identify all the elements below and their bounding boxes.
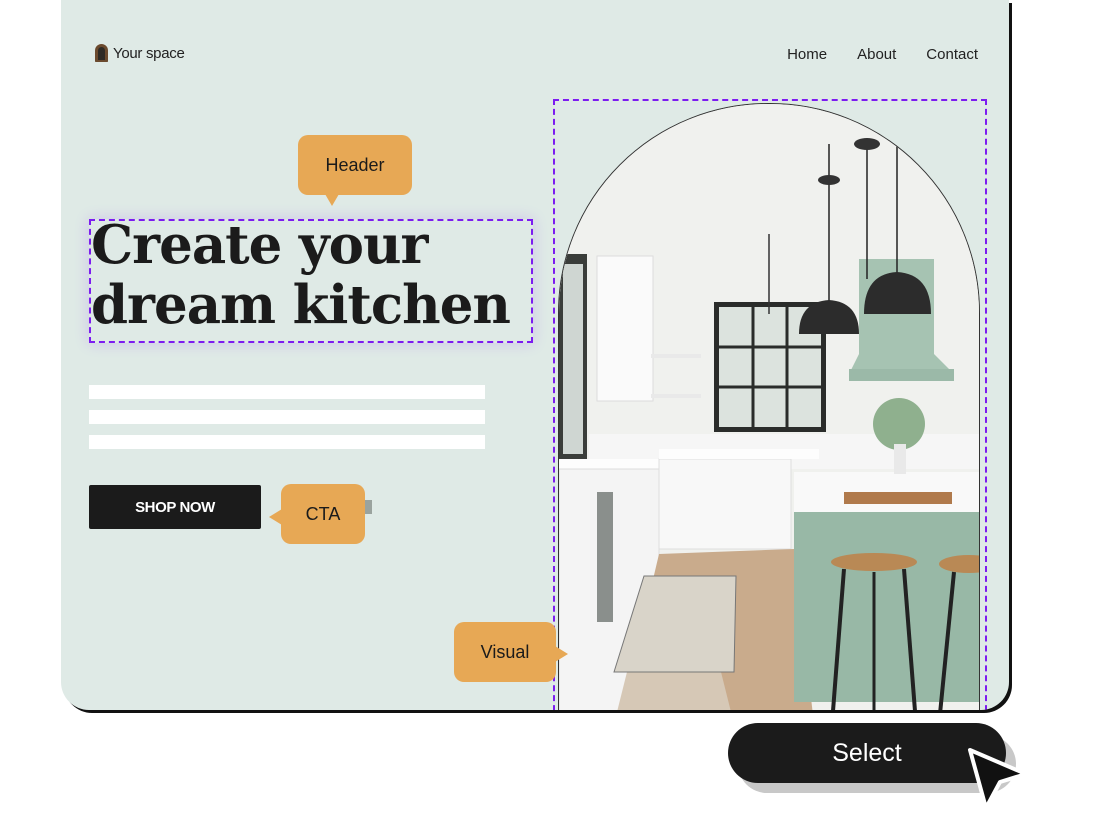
nav-about[interactable]: About [857,46,896,63]
headline-line-1: Create your [91,214,428,276]
hero-headline: Create your dream kitchen [91,214,511,336]
arch-logo-icon [95,44,108,62]
top-nav: Home About Contact [787,46,978,63]
cta-bubble-marker [364,500,372,514]
nav-contact[interactable]: Contact [926,46,978,63]
select-button[interactable]: Select [728,723,1006,783]
cta-annotation-label: CTA [305,503,341,524]
website-preview-card: Your space Home About Contact Header Cre… [61,0,1009,710]
logo[interactable]: Your space [95,44,185,62]
body-text-placeholder [89,385,485,399]
headline-line-2: dream kitchen [91,274,511,336]
nav-home[interactable]: Home [787,46,827,63]
visual-annotation-label: Visual [480,641,530,662]
logo-text: Your space [113,44,185,62]
header-bubble-tail [325,194,339,206]
body-text-placeholder [89,435,485,449]
cta-bubble-tail [269,509,282,525]
visual-bubble-tail [555,646,568,662]
mouse-pointer-icon [968,748,1028,810]
header-annotation-label: Header [325,154,385,175]
body-text-placeholder [89,410,485,424]
shop-now-button[interactable]: SHOP NOW [89,485,261,529]
visual-annotation-bubble: Visual [454,622,556,682]
cta-annotation-bubble: CTA [281,484,365,544]
kitchen-hero-image [558,103,980,710]
header-annotation-bubble: Header [298,135,412,195]
kitchen-illustration [559,104,979,710]
